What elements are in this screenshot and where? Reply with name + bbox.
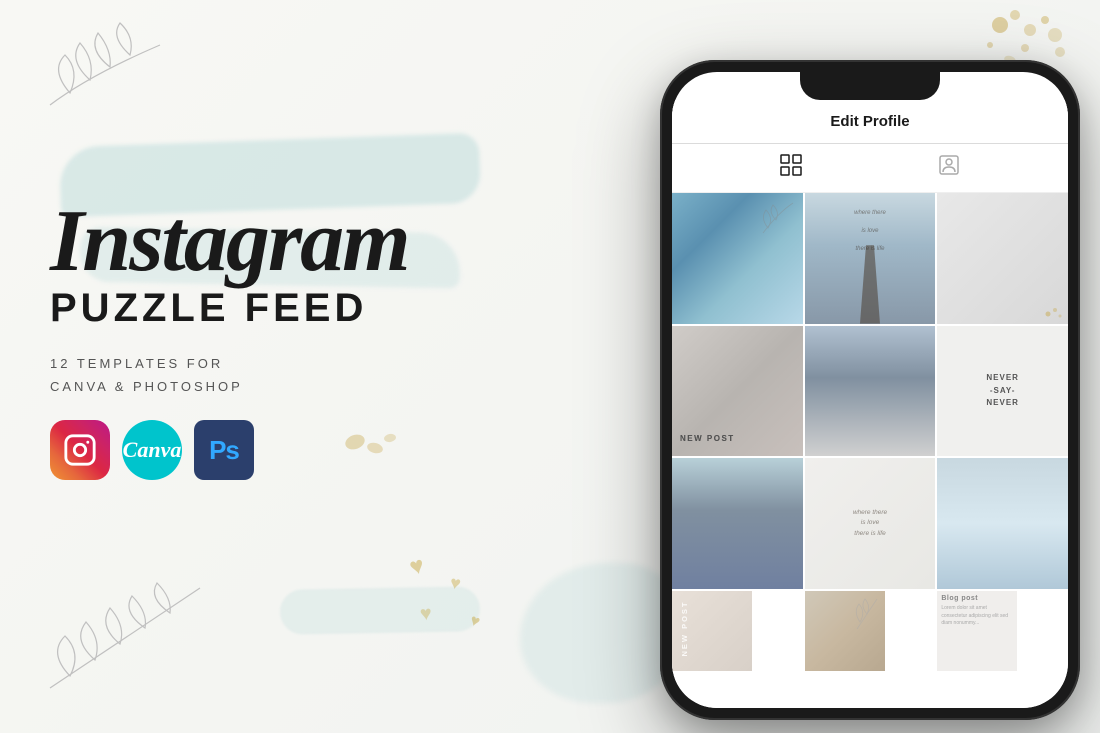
- grid-cell-5: [805, 326, 936, 457]
- instagram-grid: where thereis lovethere is life: [672, 193, 1068, 671]
- grid-cell-9: [937, 458, 1068, 589]
- tab-grid[interactable]: [780, 154, 802, 182]
- edit-profile-title: Edit Profile: [830, 113, 909, 130]
- grid-cell-11: [805, 591, 885, 671]
- grid-cell-1: [672, 193, 803, 324]
- grid-cell-2: where thereis lovethere is life: [805, 193, 936, 324]
- phone-inner: Edit Profile: [672, 72, 1068, 708]
- grid-cell-12: Blog post Lorem dolor sit amet consectet…: [937, 591, 1017, 671]
- gold-hearts-decoration: ♥ ♥ ♥ ♥: [400, 553, 520, 653]
- left-content-area: Instagram PUZZLE FEED 12 TEMPLATES FOR C…: [50, 200, 550, 480]
- ps-label: Ps: [209, 435, 239, 466]
- canva-icon[interactable]: Canva: [122, 420, 182, 480]
- grid-cell-10: NEW POST: [672, 591, 752, 671]
- tab-person[interactable]: [938, 154, 960, 182]
- screen-tabs[interactable]: [672, 144, 1068, 193]
- screen-header: Edit Profile: [672, 100, 1068, 144]
- phone-notch: [800, 72, 940, 100]
- grid-cell-4: NEW POST NEW POST: [672, 326, 803, 457]
- photoshop-icon[interactable]: Ps: [194, 420, 254, 480]
- subtitle-line1: 12 TEMPLATES FOR: [50, 352, 550, 375]
- title-puzzle-feed-line1: PUZZLE FEED: [50, 286, 550, 330]
- app-icons-row: Canva Ps: [50, 420, 550, 480]
- grid-cell-6: NEVER -SAY- NEVER: [937, 326, 1068, 457]
- phone-mockup: Edit Profile: [660, 60, 1080, 720]
- leaf-decoration-top-left: [20, 15, 200, 140]
- leaf-decoration-bottom-left: [30, 568, 230, 703]
- puzzle-feed-text: PUZZLE FEED: [50, 286, 367, 330]
- phone-outer-shell: Edit Profile: [660, 60, 1080, 720]
- phone-screen: Edit Profile: [672, 100, 1068, 708]
- canva-label: Canva: [123, 437, 182, 463]
- title-instagram: Instagram: [50, 200, 550, 284]
- grid-cell-3: [937, 193, 1068, 324]
- grid-cell-7: [672, 458, 803, 589]
- subtitle: 12 TEMPLATES FOR CANVA & PHOTOSHOP: [50, 352, 550, 399]
- instagram-icon[interactable]: [50, 420, 110, 480]
- subtitle-line2: CANVA & PHOTOSHOP: [50, 375, 550, 398]
- grid-cell-8: where there is love there is life: [805, 458, 936, 589]
